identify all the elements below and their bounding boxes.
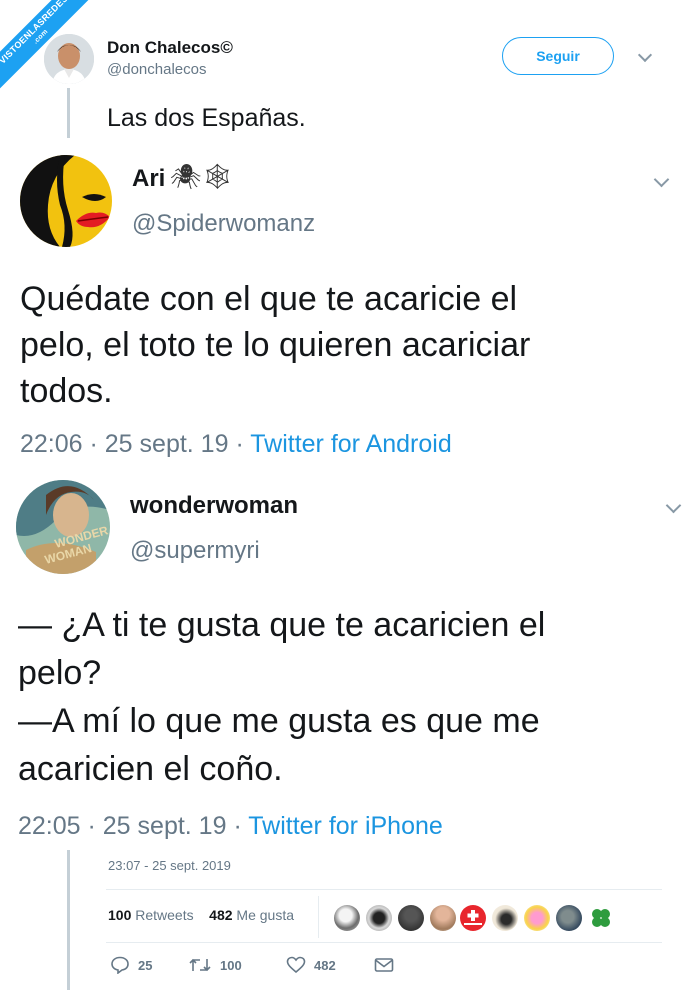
liker-avatar[interactable] <box>334 905 360 931</box>
author-name[interactable]: Don Chalecos© <box>107 38 233 58</box>
direct-message-button[interactable] <box>374 957 394 978</box>
chevron-down-icon[interactable] <box>665 497 682 514</box>
liker-avatar[interactable] <box>398 905 424 931</box>
quoted1-text-line: pelo, el toto te lo quieren acariciar <box>20 326 531 364</box>
clover-icon[interactable] <box>588 905 614 931</box>
tweet-timestamp[interactable]: 23:07 - 25 sept. 2019 <box>108 858 231 873</box>
quoted2-time: 22:05 <box>18 812 81 840</box>
quoted2-author-handle[interactable]: @supermyri <box>130 537 260 565</box>
quoted1-text-line: Quédate con el que te acaricie el <box>20 280 518 318</box>
divider <box>106 889 662 890</box>
liker-avatar[interactable] <box>492 905 518 931</box>
retweet-action-count: 100 <box>220 957 242 973</box>
quoted1-author-handle[interactable]: @Spiderwomanz <box>132 210 315 238</box>
quoted1-date[interactable]: 25 sept. 19 <box>105 430 229 458</box>
retweet-button[interactable]: 100 <box>188 956 242 974</box>
thread-line-bottom <box>67 850 70 990</box>
quoted2-author-name[interactable]: wonderwoman <box>130 492 298 520</box>
liker-avatar[interactable] <box>460 905 486 931</box>
quoted1-meta: 22:06 · 25 sept. 19 · Twitter for Androi… <box>20 430 452 458</box>
like-action-count: 482 <box>314 957 336 973</box>
heart-icon <box>286 956 306 974</box>
spiderwomanz-avatar[interactable] <box>20 155 112 247</box>
reply-count: 25 <box>138 957 153 973</box>
divider <box>106 942 662 943</box>
quoted2-source[interactable]: Twitter for iPhone <box>248 812 443 840</box>
reply-button[interactable]: 25 <box>110 956 152 974</box>
envelope-icon <box>374 958 394 972</box>
author-handle[interactable]: @donchalecos <box>107 61 206 78</box>
quoted2-date[interactable]: 25 sept. 19 <box>103 812 227 840</box>
retweet-count[interactable]: 100 <box>108 907 131 923</box>
liker-avatar[interactable] <box>366 905 392 931</box>
quoted1-text: Quédate con el que te acaricie el pelo, … <box>20 276 530 414</box>
quoted2-text-line: acaricien el coño. <box>18 750 283 788</box>
reply-icon <box>111 956 129 974</box>
follow-button[interactable]: Seguir <box>502 37 614 75</box>
quoted1-author-name[interactable]: Ari <box>132 165 165 193</box>
like-button[interactable]: 482 <box>286 956 336 974</box>
liker-avatar[interactable] <box>524 905 550 931</box>
quoted2-text-line: pelo? <box>18 654 102 692</box>
supermyri-avatar[interactable]: WONDER WOMAN <box>16 480 110 574</box>
retweet-icon <box>189 958 211 972</box>
engagement-stats: 100 Retweets 482 Me gusta <box>108 907 294 923</box>
quoted2-meta: 22:05 · 25 sept. 19 · Twitter for iPhone <box>18 812 443 840</box>
like-label[interactable]: Me gusta <box>236 907 294 923</box>
quoted1-source[interactable]: Twitter for Android <box>250 430 451 458</box>
donchalecos-avatar[interactable] <box>44 34 94 84</box>
liker-avatar[interactable] <box>430 905 456 931</box>
chevron-down-icon[interactable] <box>637 47 653 63</box>
like-count[interactable]: 482 <box>209 907 232 923</box>
quoted2-text-line: — ¿A ti te gusta que te acaricien el <box>18 606 546 644</box>
quoted1-time: 22:06 <box>20 430 83 458</box>
chevron-down-icon[interactable] <box>653 171 670 188</box>
stats-separator <box>318 896 319 938</box>
liker-avatar[interactable] <box>556 905 582 931</box>
thread-line-top <box>67 88 70 138</box>
quoted2-text-line: —A mí lo que me gusta es que me <box>18 702 540 740</box>
spider-emoji-icon: 🕷🕸 <box>170 163 234 191</box>
tweet-text: Las dos Españas. <box>107 104 306 132</box>
quoted1-text-line: todos. <box>20 372 113 410</box>
retweet-label[interactable]: Retweets <box>135 907 193 923</box>
quoted2-text: — ¿A ti te gusta que te acaricien el pel… <box>18 601 545 793</box>
